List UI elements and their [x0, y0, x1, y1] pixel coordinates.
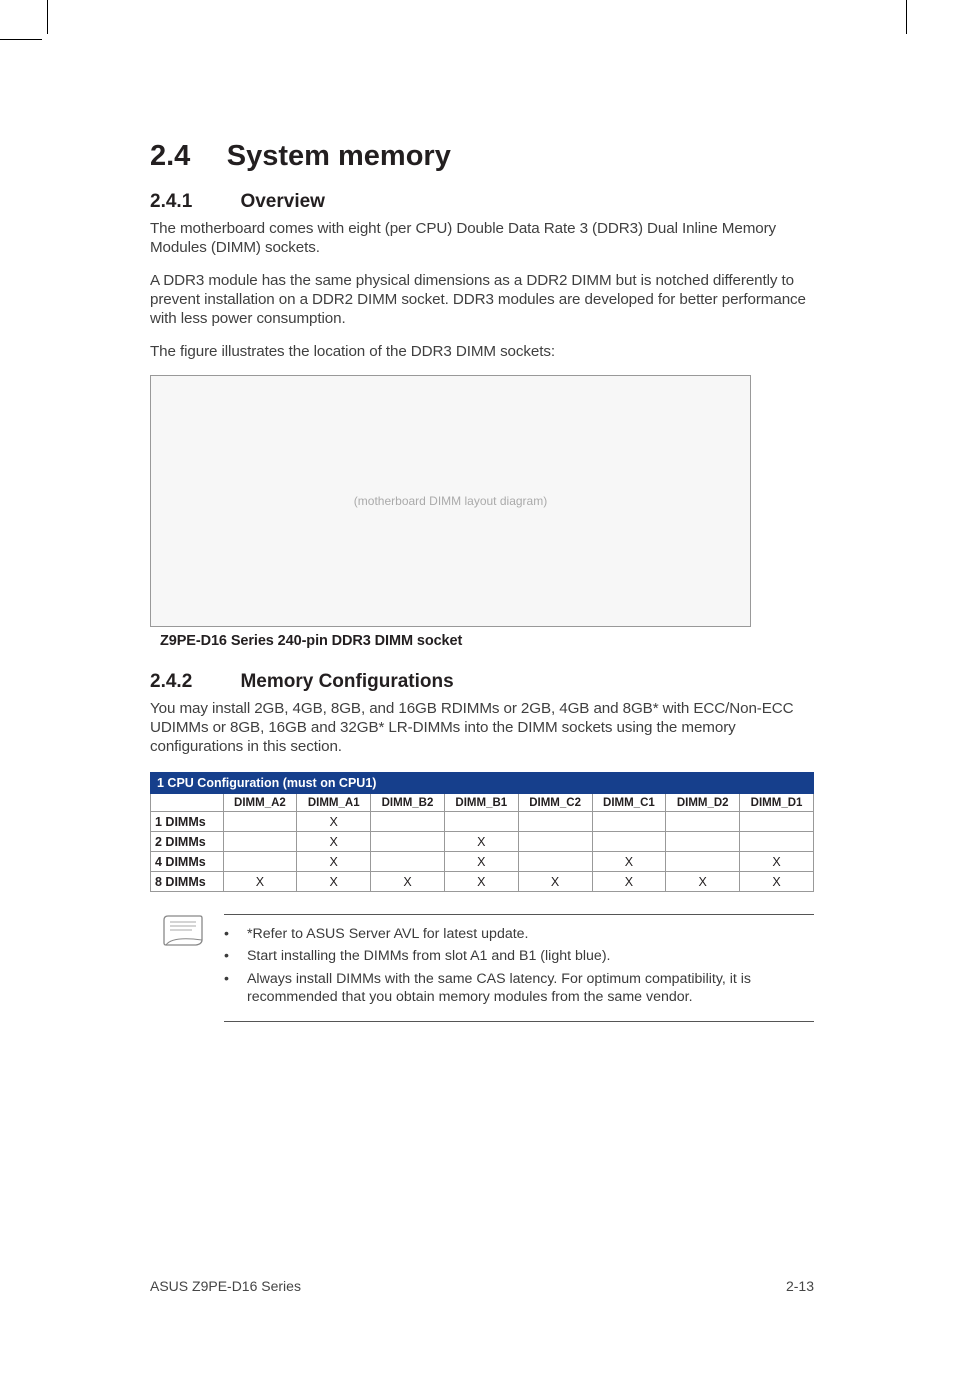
table-cell: X	[297, 852, 371, 872]
table-cell	[371, 832, 445, 852]
table-cell: X	[444, 872, 518, 892]
table-cell	[518, 812, 592, 832]
notes-block: • *Refer to ASUS Server AVL for latest u…	[150, 914, 814, 1022]
table-col-header: DIMM_B1	[444, 794, 518, 812]
table-col-header: DIMM_A2	[223, 794, 297, 812]
table-cell	[371, 812, 445, 832]
table-col-header: DIMM_C1	[592, 794, 666, 812]
table-row: 8 DIMMs X X X X X X X X	[151, 872, 814, 892]
cpu1-config-table: 1 CPU Configuration (must on CPU1) DIMM_…	[150, 772, 814, 892]
table-cell: X	[371, 872, 445, 892]
row-label: 4 DIMMs	[151, 852, 224, 872]
table-cell	[592, 832, 666, 852]
figure-caption: Z9PE-D16 Series 240-pin DDR3 DIMM socket	[160, 633, 814, 649]
table-col-header: DIMM_D2	[666, 794, 740, 812]
subsection-overview: 2.4.1 Overview	[150, 191, 814, 213]
table-cell: X	[297, 832, 371, 852]
table-cell	[666, 812, 740, 832]
table-cell	[371, 852, 445, 872]
table-cell: X	[592, 852, 666, 872]
bullet-icon: •	[224, 925, 229, 943]
row-label: 2 DIMMs	[151, 832, 224, 852]
subsection-number: 2.4.2	[150, 671, 236, 693]
table-cell	[223, 812, 297, 832]
note-item: • *Refer to ASUS Server AVL for latest u…	[224, 925, 814, 943]
notes-body: • *Refer to ASUS Server AVL for latest u…	[224, 914, 814, 1022]
subsection-number: 2.4.1	[150, 191, 236, 213]
table-cell: X	[444, 832, 518, 852]
table-cell: X	[297, 812, 371, 832]
table-cell: X	[740, 852, 814, 872]
table-cell	[592, 812, 666, 832]
subsection-memory-config: 2.4.2 Memory Configurations	[150, 671, 814, 693]
table-cell	[223, 832, 297, 852]
table-cell	[666, 852, 740, 872]
table-col-header: DIMM_A1	[297, 794, 371, 812]
table-cell	[444, 812, 518, 832]
section-number: 2.4	[150, 140, 190, 173]
table-cell: X	[592, 872, 666, 892]
note-item: • Always install DIMMs with the same CAS…	[224, 970, 814, 1007]
overview-paragraph-3: The figure illustrates the location of t…	[150, 342, 814, 361]
dimm-layout-figure	[150, 375, 751, 627]
table-cell	[223, 852, 297, 872]
table-cell: X	[223, 872, 297, 892]
table-cell	[518, 832, 592, 852]
note-text: Always install DIMMs with the same CAS l…	[247, 970, 814, 1007]
crop-mark	[0, 39, 42, 40]
section-heading: 2.4 System memory	[150, 140, 814, 173]
table-cell: X	[518, 872, 592, 892]
overview-paragraph-2: A DDR3 module has the same physical dime…	[150, 271, 814, 328]
table-row: 4 DIMMs X X X X	[151, 852, 814, 872]
table-cell	[666, 832, 740, 852]
table-col-header: DIMM_C2	[518, 794, 592, 812]
section-title: System memory	[227, 140, 451, 173]
table-cell: X	[666, 872, 740, 892]
table-cell	[740, 832, 814, 852]
footer-right: 2-13	[786, 1278, 814, 1294]
table-cell: X	[740, 872, 814, 892]
table-cell: X	[297, 872, 371, 892]
note-text: *Refer to ASUS Server AVL for latest upd…	[247, 925, 814, 943]
footer-left: ASUS Z9PE-D16 Series	[150, 1278, 301, 1294]
crop-mark	[906, 0, 907, 34]
table-corner	[151, 794, 224, 812]
note-item: • Start installing the DIMMs from slot A…	[224, 947, 814, 965]
table-header-row: DIMM_A2 DIMM_A1 DIMM_B2 DIMM_B1 DIMM_C2 …	[151, 794, 814, 812]
table-cell: X	[444, 852, 518, 872]
table-row: 2 DIMMs X X	[151, 832, 814, 852]
overview-paragraph-1: The motherboard comes with eight (per CP…	[150, 219, 814, 257]
page-footer: ASUS Z9PE-D16 Series 2-13	[150, 1278, 814, 1294]
note-icon-wrap	[150, 914, 206, 1022]
table-cell	[740, 812, 814, 832]
table-col-header: DIMM_D1	[740, 794, 814, 812]
bullet-icon: •	[224, 947, 229, 965]
table-banner: 1 CPU Configuration (must on CPU1)	[151, 773, 814, 794]
table-col-header: DIMM_B2	[371, 794, 445, 812]
note-text: Start installing the DIMMs from slot A1 …	[247, 947, 814, 965]
crop-mark	[47, 0, 48, 34]
note-paper-icon	[162, 914, 206, 948]
subsection-title: Memory Configurations	[240, 671, 453, 693]
table-cell	[518, 852, 592, 872]
bullet-icon: •	[224, 970, 229, 1007]
table-row: 1 DIMMs X	[151, 812, 814, 832]
page-content: 2.4 System memory 2.4.1 Overview The mot…	[150, 140, 814, 1022]
row-label: 8 DIMMs	[151, 872, 224, 892]
row-label: 1 DIMMs	[151, 812, 224, 832]
subsection-title: Overview	[240, 191, 325, 213]
memory-config-paragraph: You may install 2GB, 4GB, 8GB, and 16GB …	[150, 699, 814, 756]
